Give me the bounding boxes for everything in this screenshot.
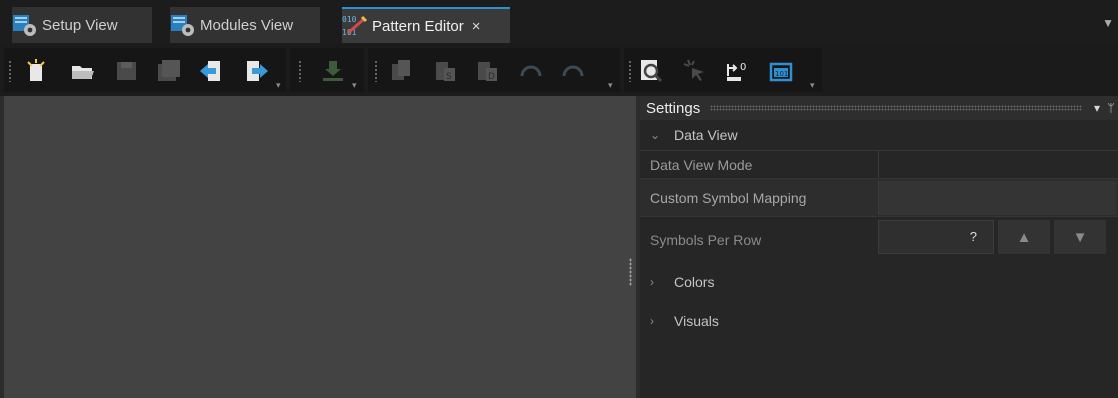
panel-menu-icon[interactable]: ▾: [1090, 101, 1104, 115]
svg-text:D: D: [488, 72, 495, 82]
toolbar-grip[interactable]: [628, 60, 632, 82]
toolbar-overflow-icon[interactable]: ▾: [352, 80, 360, 90]
copy-icon[interactable]: [388, 58, 414, 84]
triangle-down-icon: ▼: [1072, 228, 1088, 246]
symbols-per-row-label: Symbols Per Row: [650, 232, 762, 248]
settings-header: Settings ▾ ᛘ: [640, 96, 1118, 120]
section-visuals[interactable]: › Visuals: [640, 302, 1118, 340]
main-toolbar: ▾ ▾ S D ▾ 0 101 ▾: [0, 44, 1118, 96]
pattern-editor-canvas[interactable]: [4, 96, 636, 398]
decrement-button[interactable]: ▼: [1054, 220, 1106, 254]
tab-setup-view[interactable]: Setup View: [12, 7, 152, 43]
settings-title: Settings: [646, 99, 701, 117]
zero-label: 0: [740, 62, 746, 73]
tab-pattern-editor-label: Pattern Editor: [372, 17, 464, 35]
toolbar-group-view: 0 101 ▾: [624, 48, 822, 92]
undo-icon[interactable]: [518, 58, 544, 84]
setup-view-icon: [12, 12, 38, 38]
panel-splitter-handle[interactable]: [629, 258, 632, 286]
toolbar-overflow-icon[interactable]: ▾: [810, 80, 818, 90]
property-row-data-view-mode: Data View Mode: [640, 150, 1118, 179]
tab-pattern-editor[interactable]: 010 101 Pattern Editor ×: [342, 7, 510, 43]
toolbar-overflow-icon[interactable]: ▾: [276, 80, 284, 90]
select-pointer-icon[interactable]: [682, 58, 708, 84]
tab-modules-view-label: Modules View: [200, 16, 294, 34]
open-folder-icon[interactable]: [70, 58, 96, 84]
go-to-zero-icon[interactable]: 0: [724, 58, 750, 84]
section-colors[interactable]: › Colors: [640, 262, 1118, 302]
binary-label: 101: [775, 70, 788, 78]
section-colors-label: Colors: [674, 274, 715, 290]
save-icon[interactable]: [114, 58, 140, 84]
zoom-fit-icon[interactable]: [638, 58, 664, 84]
chevron-down-icon: ⌄: [650, 128, 661, 142]
binary-view-icon[interactable]: 101: [768, 58, 794, 84]
toolbar-grip[interactable]: [298, 60, 302, 82]
triangle-up-icon: ▲: [1016, 228, 1032, 246]
custom-symbol-mapping-dropdown[interactable]: [878, 181, 1116, 215]
document-tab-bar: Setup View Modules View 010 101 Pattern …: [0, 0, 1118, 44]
svg-text:010: 010: [342, 15, 357, 24]
toolbar-grip[interactable]: [8, 60, 12, 82]
data-view-mode-label: Data View Mode: [650, 157, 753, 173]
svg-text:S: S: [446, 72, 452, 82]
property-row-custom-symbol-mapping: Custom Symbol Mapping: [640, 178, 1118, 216]
increment-button[interactable]: ▲: [998, 220, 1050, 254]
tab-setup-view-label: Setup View: [42, 16, 118, 34]
export-icon[interactable]: [244, 58, 270, 84]
toolbar-overflow-icon[interactable]: ▾: [608, 80, 616, 90]
tab-list-dropdown-icon[interactable]: ▼: [1102, 16, 1114, 30]
toolbar-grip[interactable]: [374, 60, 378, 82]
pattern-editor-icon: 010 101: [342, 13, 368, 39]
toolbar-group-edit: S D ▾: [368, 48, 620, 92]
toolbar-group-file: ▾: [4, 48, 286, 92]
chevron-right-icon: ›: [650, 314, 654, 328]
custom-symbol-mapping-label: Custom Symbol Mapping: [650, 190, 807, 206]
tab-modules-view[interactable]: Modules View: [170, 7, 320, 43]
settings-panel: Settings ▾ ᛘ ⌄ Data View Data View Mode …: [640, 96, 1118, 398]
modules-view-icon: [170, 12, 196, 38]
chevron-right-icon: ›: [650, 275, 654, 289]
download-icon[interactable]: [320, 58, 346, 84]
section-data-view-label: Data View: [674, 127, 738, 143]
symbols-per-row-input[interactable]: ?: [878, 220, 994, 254]
toolbar-group-download: ▾: [290, 48, 364, 92]
close-tab-icon[interactable]: ×: [472, 18, 481, 35]
data-view-mode-value[interactable]: [878, 151, 1116, 179]
import-icon[interactable]: [198, 58, 224, 84]
save-all-icon[interactable]: [156, 58, 182, 84]
pin-icon[interactable]: ᛘ: [1104, 101, 1118, 115]
property-row-symbols-per-row: Symbols Per Row ? ▲ ▼: [640, 216, 1118, 262]
new-file-icon[interactable]: [24, 58, 50, 84]
section-visuals-label: Visuals: [674, 313, 719, 329]
section-data-view[interactable]: ⌄ Data View: [640, 120, 1118, 150]
paste-icon[interactable]: D: [474, 58, 500, 84]
paste-special-icon[interactable]: S: [432, 58, 458, 84]
redo-icon[interactable]: [560, 58, 586, 84]
panel-drag-grip[interactable]: [710, 105, 1082, 111]
